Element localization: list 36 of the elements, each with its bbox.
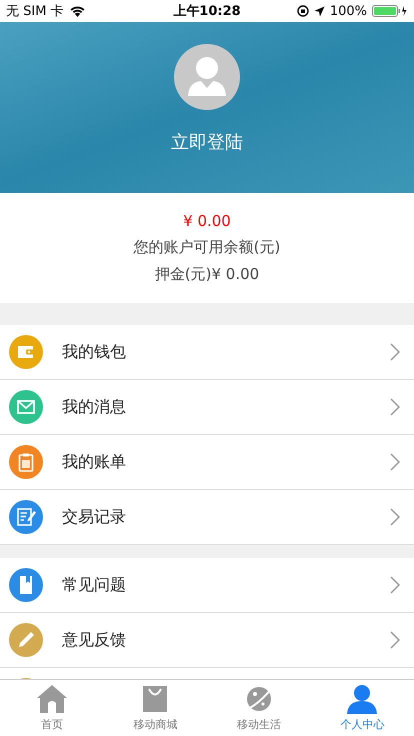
person-icon bbox=[346, 684, 378, 714]
chevron-icon bbox=[390, 576, 400, 594]
menu-item[interactable]: 常见问题 bbox=[0, 558, 414, 613]
chevron-icon bbox=[390, 508, 400, 526]
menu-label: 常见问题 bbox=[62, 574, 127, 596]
menu-label: 我的消息 bbox=[62, 396, 127, 418]
balance-amount: ¥ 0.00 bbox=[183, 212, 231, 230]
menu-item[interactable]: 我的钱包 bbox=[0, 325, 414, 380]
clock-text: 上午10:28 bbox=[173, 3, 241, 20]
tab-item[interactable]: 个人中心 bbox=[310, 680, 414, 736]
tab-item[interactable]: 移动生活 bbox=[207, 680, 310, 736]
chevron-icon bbox=[390, 453, 400, 471]
rotation-lock-icon bbox=[296, 5, 309, 17]
balance-label: 您的账户可用余额(元) bbox=[134, 238, 280, 257]
menu-label: 意见反馈 bbox=[62, 630, 127, 650]
battery-icon bbox=[372, 5, 408, 17]
menu-label: 我的钱包 bbox=[62, 342, 127, 362]
chevron-icon bbox=[390, 631, 400, 649]
home-icon bbox=[36, 684, 68, 714]
tab-item[interactable]: 首页 bbox=[0, 680, 104, 736]
deposit-text: 押金(元)¥ 0.00 bbox=[154, 265, 260, 284]
chevron-icon bbox=[390, 343, 400, 361]
menu-item[interactable]: 交易记录 bbox=[0, 490, 414, 545]
menu-item[interactable]: 我的账单 bbox=[0, 435, 414, 490]
chevron-icon bbox=[390, 398, 400, 416]
location-arrow-icon bbox=[314, 6, 325, 16]
tab-item[interactable]: 移动商城 bbox=[104, 680, 207, 736]
battery-percent: 100% bbox=[330, 4, 367, 18]
menu-label: 我的账单 bbox=[62, 452, 127, 472]
avatar-icon bbox=[174, 44, 240, 110]
menu-item[interactable]: 意见反馈 bbox=[0, 613, 414, 668]
wifi-icon bbox=[68, 5, 86, 17]
login-button[interactable]: 立即登陆 bbox=[167, 126, 247, 158]
carrier-text: 无 SIM 卡 bbox=[6, 3, 64, 20]
menu-label: 交易记录 bbox=[62, 506, 127, 528]
menu-item[interactable]: 我的消息 bbox=[0, 380, 414, 435]
